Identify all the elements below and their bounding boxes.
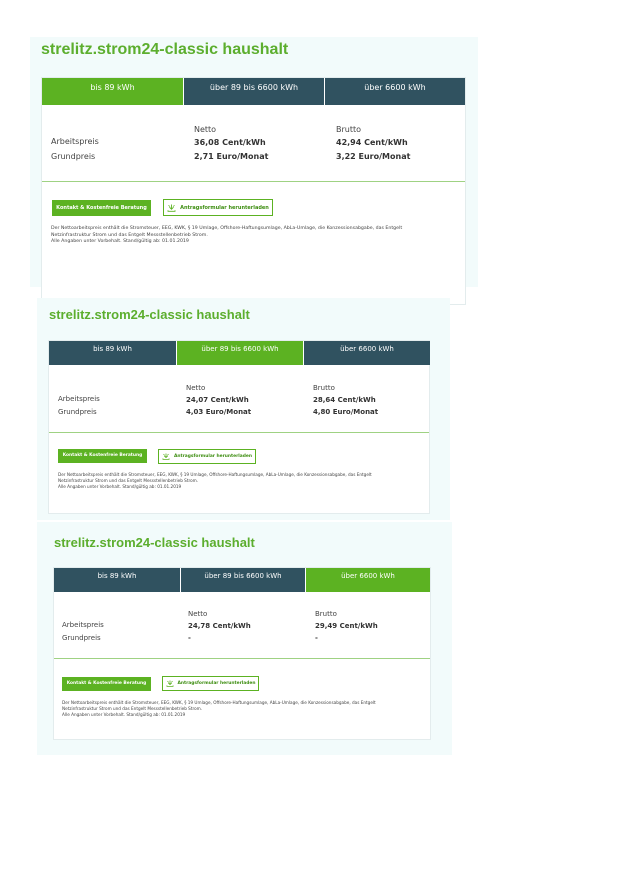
tab-ueber-6600-kwh[interactable]: über 6600 kWh <box>324 78 465 105</box>
arbeitspreis-label: Arbeitspreis <box>51 137 99 146</box>
download-form-button[interactable]: Antragsformular herunterladen <box>162 676 259 691</box>
grundpreis-brutto: 4,80 Euro/Monat <box>313 408 379 416</box>
netto-header: Netto <box>194 125 217 134</box>
tariff-title: strelitz.strom24-classic haushalt <box>54 535 255 550</box>
arbeitspreis-brutto: 28,64 Cent/kWh <box>313 396 376 404</box>
brutto-header: Brutto <box>336 125 362 134</box>
netto-header: Netto <box>186 384 206 392</box>
tab-bis-89-kwh[interactable]: bis 89 kWh <box>49 341 176 365</box>
download-form-button[interactable]: Antragsformular herunterladen <box>158 449 256 464</box>
download-form-label: Antragsformular herunterladen <box>177 681 256 686</box>
arbeitspreis-brutto: 29,49 Cent/kWh <box>315 622 378 630</box>
download-form-label: Antragsformular herunterladen <box>174 454 252 459</box>
note-line: Der Nettoarbeitspreis enthält die Stroms… <box>51 226 403 231</box>
note-line: Alle Angaben unter Vorbehalt. Stand/gült… <box>58 484 182 489</box>
tab-bis-89-kwh[interactable]: bis 89 kWh <box>42 78 183 105</box>
download-icon <box>167 204 176 212</box>
tab-89-bis-6600-kwh[interactable]: über 89 bis 6600 kWh <box>176 341 303 365</box>
consumption-tabs: bis 89 kWh über 89 bis 6600 kWh über 660… <box>42 78 465 105</box>
arbeitspreis-brutto: 42,94 Cent/kWh <box>336 138 408 147</box>
tariff-title: strelitz.strom24-classic haushalt <box>49 307 250 322</box>
download-icon <box>166 680 174 687</box>
arbeitspreis-netto: 36,08 Cent/kWh <box>194 138 266 147</box>
tab-ueber-6600-kwh[interactable]: über 6600 kWh <box>305 568 430 592</box>
divider <box>54 658 430 659</box>
tariff-panel-2: strelitz.strom24-classic haushalt bis 89… <box>37 298 450 520</box>
contact-button[interactable]: Kontakt & Kostenfreie Beratung <box>52 200 151 216</box>
tariff-panel-3: strelitz.strom24-classic haushalt bis 89… <box>37 522 452 755</box>
download-icon <box>162 453 170 460</box>
grundpreis-netto: - <box>188 634 191 642</box>
note-line: Alle Angaben unter Vorbehalt. Stand/gült… <box>51 239 189 244</box>
divider <box>49 432 429 433</box>
grundpreis-netto: 4,03 Euro/Monat <box>186 408 252 416</box>
tariff-card: bis 89 kWh über 89 bis 6600 kWh über 660… <box>53 567 431 740</box>
brutto-header: Brutto <box>315 610 337 618</box>
price-note: Der Nettoarbeitspreis enthält die Stroms… <box>62 700 376 718</box>
contact-button[interactable]: Kontakt & Kostenfreie Beratung <box>58 449 147 463</box>
tariff-card: bis 89 kWh über 89 bis 6600 kWh über 660… <box>41 77 466 305</box>
grundpreis-label: Grundpreis <box>58 408 97 416</box>
tab-ueber-6600-kwh[interactable]: über 6600 kWh <box>303 341 430 365</box>
grundpreis-label: Grundpreis <box>62 634 101 642</box>
tariff-title: strelitz.strom24-classic haushalt <box>41 41 289 58</box>
netto-header: Netto <box>188 610 208 618</box>
price-note: Der Nettoarbeitspreis enthält die Stroms… <box>51 226 402 246</box>
arbeitspreis-netto: 24,78 Cent/kWh <box>188 622 251 630</box>
tab-89-bis-6600-kwh[interactable]: über 89 bis 6600 kWh <box>183 78 324 105</box>
consumption-tabs: bis 89 kWh über 89 bis 6600 kWh über 660… <box>54 568 430 592</box>
price-note: Der Nettoarbeitspreis enthält die Stroms… <box>58 472 372 490</box>
grundpreis-brutto: 3,22 Euro/Monat <box>336 152 411 161</box>
tab-89-bis-6600-kwh[interactable]: über 89 bis 6600 kWh <box>180 568 305 592</box>
tab-bis-89-kwh[interactable]: bis 89 kWh <box>54 568 180 592</box>
brutto-header: Brutto <box>313 384 335 392</box>
note-line: Alle Angaben unter Vorbehalt. Stand/gült… <box>62 712 186 717</box>
tariff-panel-1: strelitz.strom24-classic haushalt bis 89… <box>30 37 478 305</box>
grundpreis-netto: 2,71 Euro/Monat <box>194 152 269 161</box>
download-form-label: Antragsformular herunterladen <box>180 204 269 211</box>
divider <box>42 181 465 182</box>
tariff-card: bis 89 kWh über 89 bis 6600 kWh über 660… <box>48 340 430 514</box>
grundpreis-label: Grundpreis <box>51 152 96 161</box>
consumption-tabs: bis 89 kWh über 89 bis 6600 kWh über 660… <box>49 341 430 365</box>
arbeitspreis-netto: 24,07 Cent/kWh <box>186 396 249 404</box>
arbeitspreis-label: Arbeitspreis <box>58 395 100 403</box>
grundpreis-brutto: - <box>315 634 318 642</box>
contact-button[interactable]: Kontakt & Kostenfreie Beratung <box>62 677 151 691</box>
arbeitspreis-label: Arbeitspreis <box>62 621 104 629</box>
download-form-button[interactable]: Antragsformular herunterladen <box>163 199 273 216</box>
